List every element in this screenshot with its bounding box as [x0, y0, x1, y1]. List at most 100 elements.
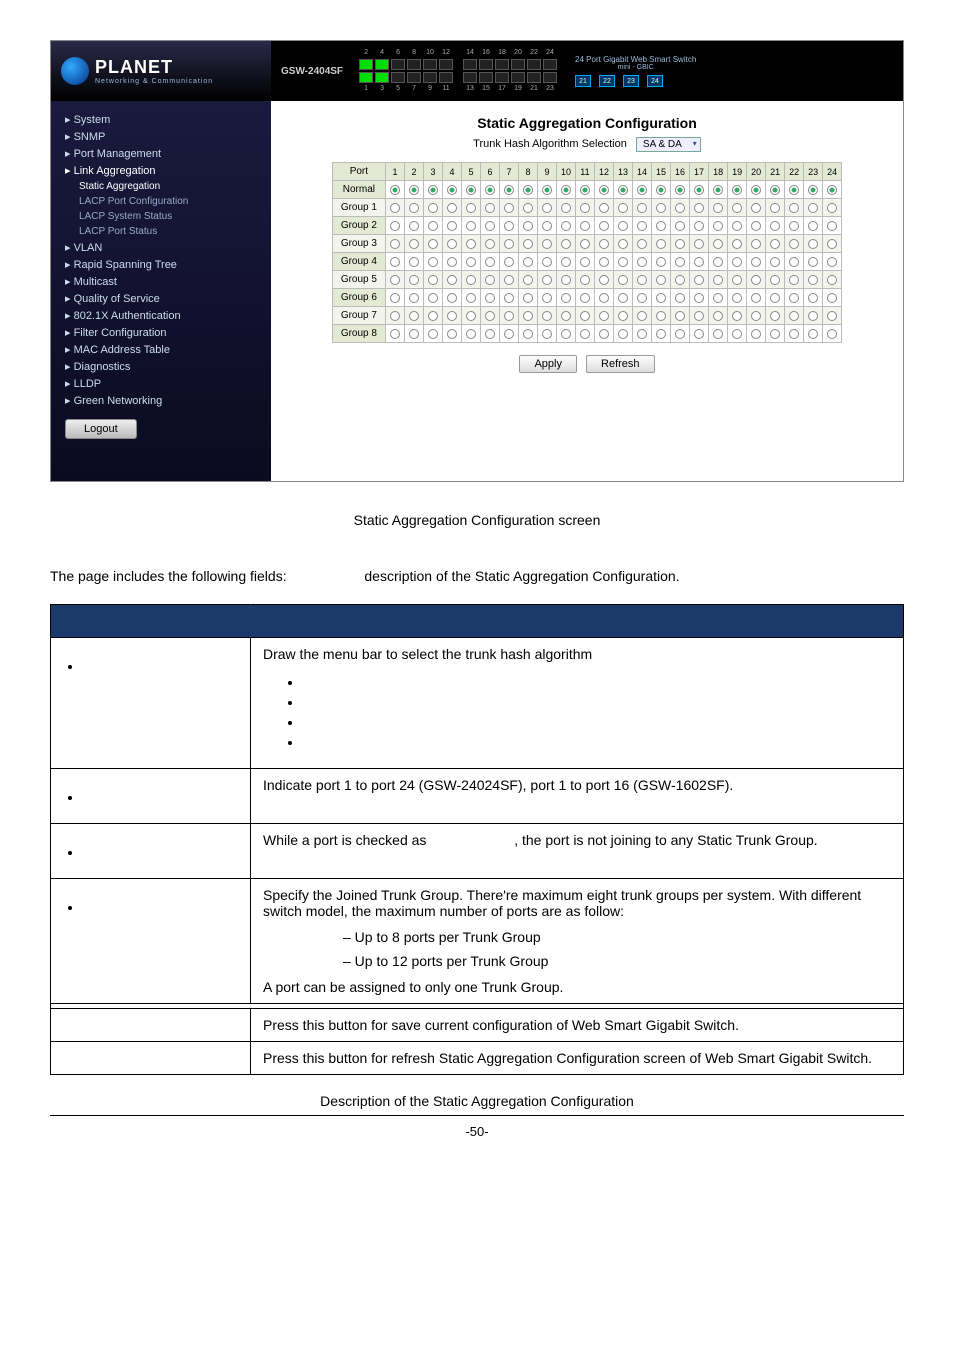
port-radio[interactable] [599, 257, 609, 267]
port-radio[interactable] [770, 185, 780, 195]
port-radio[interactable] [713, 293, 723, 303]
port-radio[interactable] [618, 257, 628, 267]
port-radio[interactable] [694, 293, 704, 303]
port-radio[interactable] [675, 185, 685, 195]
port-radio[interactable] [827, 203, 837, 213]
port-radio[interactable] [428, 221, 438, 231]
port-radio[interactable] [466, 203, 476, 213]
sidebar-item[interactable]: ▸ Port Management [51, 145, 271, 162]
port-radio[interactable] [637, 329, 647, 339]
sidebar-item[interactable]: ▸ Filter Configuration [51, 324, 271, 341]
port-radio[interactable] [789, 203, 799, 213]
port-radio[interactable] [637, 203, 647, 213]
hash-algorithm-select[interactable]: SA & DA [636, 137, 701, 152]
port-radio[interactable] [485, 329, 495, 339]
port-radio[interactable] [580, 185, 590, 195]
port-radio[interactable] [466, 275, 476, 285]
port-radio[interactable] [485, 293, 495, 303]
port-radio[interactable] [675, 257, 685, 267]
port-radio[interactable] [637, 221, 647, 231]
port-radio[interactable] [751, 257, 761, 267]
port-radio[interactable] [523, 311, 533, 321]
port-radio[interactable] [428, 203, 438, 213]
sidebar-item[interactable]: LACP Port Configuration [51, 194, 271, 209]
port-radio[interactable] [561, 329, 571, 339]
port-radio[interactable] [599, 329, 609, 339]
port-radio[interactable] [542, 311, 552, 321]
port-radio[interactable] [770, 311, 780, 321]
port-radio[interactable] [390, 293, 400, 303]
port-radio[interactable] [618, 239, 628, 249]
port-radio[interactable] [542, 257, 552, 267]
port-radio[interactable] [580, 257, 590, 267]
port-radio[interactable] [751, 329, 761, 339]
port-radio[interactable] [390, 221, 400, 231]
port-radio[interactable] [827, 221, 837, 231]
port-radio[interactable] [694, 203, 704, 213]
port-radio[interactable] [732, 275, 742, 285]
port-radio[interactable] [523, 239, 533, 249]
port-radio[interactable] [732, 185, 742, 195]
port-radio[interactable] [713, 185, 723, 195]
port-radio[interactable] [428, 275, 438, 285]
refresh-button[interactable]: Refresh [586, 355, 655, 373]
port-radio[interactable] [542, 203, 552, 213]
port-radio[interactable] [485, 275, 495, 285]
port-radio[interactable] [504, 257, 514, 267]
port-radio[interactable] [428, 239, 438, 249]
port-radio[interactable] [504, 275, 514, 285]
port-radio[interactable] [599, 311, 609, 321]
port-radio[interactable] [504, 239, 514, 249]
port-radio[interactable] [656, 239, 666, 249]
port-radio[interactable] [732, 221, 742, 231]
port-radio[interactable] [827, 185, 837, 195]
port-radio[interactable] [580, 239, 590, 249]
port-radio[interactable] [409, 185, 419, 195]
port-radio[interactable] [770, 239, 780, 249]
port-radio[interactable] [694, 221, 704, 231]
port-radio[interactable] [808, 329, 818, 339]
port-radio[interactable] [656, 185, 666, 195]
port-radio[interactable] [447, 221, 457, 231]
port-radio[interactable] [637, 275, 647, 285]
port-radio[interactable] [789, 257, 799, 267]
sidebar-item[interactable]: ▸ Quality of Service [51, 290, 271, 307]
port-radio[interactable] [390, 311, 400, 321]
port-radio[interactable] [656, 311, 666, 321]
port-radio[interactable] [827, 293, 837, 303]
port-radio[interactable] [447, 275, 457, 285]
port-radio[interactable] [675, 203, 685, 213]
port-radio[interactable] [561, 185, 571, 195]
port-radio[interactable] [504, 203, 514, 213]
sidebar-item[interactable]: LACP System Status [51, 209, 271, 224]
sidebar-item[interactable]: ▸ SNMP [51, 128, 271, 145]
port-radio[interactable] [732, 329, 742, 339]
port-radio[interactable] [561, 311, 571, 321]
port-radio[interactable] [808, 311, 818, 321]
port-radio[interactable] [561, 257, 571, 267]
port-radio[interactable] [428, 185, 438, 195]
port-radio[interactable] [580, 329, 590, 339]
port-radio[interactable] [618, 221, 628, 231]
port-radio[interactable] [428, 329, 438, 339]
port-radio[interactable] [504, 221, 514, 231]
sidebar-item[interactable]: LACP Port Status [51, 224, 271, 239]
port-radio[interactable] [523, 293, 533, 303]
port-radio[interactable] [808, 257, 818, 267]
port-radio[interactable] [409, 221, 419, 231]
port-radio[interactable] [409, 203, 419, 213]
port-radio[interactable] [447, 185, 457, 195]
port-radio[interactable] [428, 257, 438, 267]
port-radio[interactable] [618, 311, 628, 321]
port-radio[interactable] [770, 329, 780, 339]
port-radio[interactable] [466, 185, 476, 195]
port-radio[interactable] [770, 275, 780, 285]
port-radio[interactable] [618, 329, 628, 339]
port-radio[interactable] [390, 257, 400, 267]
port-radio[interactable] [713, 257, 723, 267]
port-radio[interactable] [447, 293, 457, 303]
sidebar-item[interactable]: Static Aggregation [51, 179, 271, 194]
port-radio[interactable] [675, 239, 685, 249]
port-radio[interactable] [713, 221, 723, 231]
port-radio[interactable] [504, 293, 514, 303]
